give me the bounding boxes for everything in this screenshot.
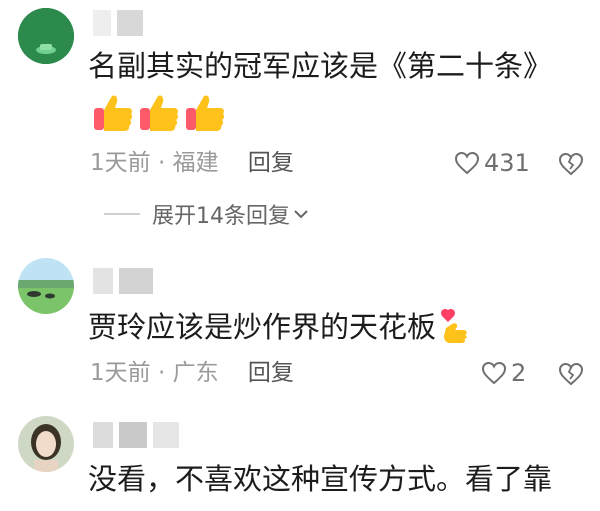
username-masked <box>93 10 143 36</box>
comment-meta: 1天前 · 广东 回复 <box>90 358 294 388</box>
heart-broken-icon <box>558 152 584 176</box>
comment-text-content: 贾玲应该是炒作界的天花板 <box>88 310 437 344</box>
comment-text: 没看，不喜欢这种宣传方式。看了靠 <box>88 462 553 496</box>
thumbs-up-icon <box>186 95 225 131</box>
username-masked <box>93 268 153 294</box>
comment-item: 贾玲应该是炒作界的天花板 1天前 · 广东 回复 2 <box>0 250 600 400</box>
avatar[interactable] <box>18 416 74 472</box>
comment-item: 名副其实的冠军应该是《第二十条》 1天前 · 福建 回复 431 展开14条回复 <box>0 0 600 235</box>
dislike-button[interactable] <box>558 362 584 390</box>
thumbs-up-icon <box>140 95 179 131</box>
reply-button[interactable]: 回复 <box>248 360 294 386</box>
comment-text: 名副其实的冠军应该是《第二十条》 <box>88 49 553 83</box>
dislike-button[interactable] <box>558 152 584 180</box>
finger-heart-icon <box>441 308 467 343</box>
heart-outline-icon <box>454 151 480 175</box>
like-button[interactable]: 431 <box>454 148 530 178</box>
avatar[interactable] <box>18 8 74 64</box>
username-masked <box>93 422 179 448</box>
time-location: 1天前 · 广东 <box>90 360 219 386</box>
heart-outline-icon <box>481 361 507 385</box>
chevron-down-icon <box>294 210 308 219</box>
comment-item: 没看，不喜欢这种宣传方式。看了靠 <box>0 408 600 511</box>
expand-replies-label: 展开14条回复 <box>152 204 290 229</box>
like-count: 431 <box>484 149 530 177</box>
avatar[interactable] <box>18 258 74 314</box>
comment-meta: 1天前 · 福建 回复 <box>90 148 294 178</box>
like-count: 2 <box>511 359 527 387</box>
expand-replies-button[interactable]: 展开14条回复 <box>104 198 309 230</box>
heart-broken-icon <box>558 362 584 386</box>
divider <box>104 213 140 215</box>
reply-button[interactable]: 回复 <box>248 150 294 176</box>
time-location: 1天前 · 福建 <box>90 150 219 176</box>
thumbs-up-emoji-row <box>92 92 226 134</box>
comment-text: 贾玲应该是炒作界的天花板 <box>88 308 472 346</box>
like-button[interactable]: 2 <box>481 358 526 388</box>
thumbs-up-icon <box>94 95 133 131</box>
